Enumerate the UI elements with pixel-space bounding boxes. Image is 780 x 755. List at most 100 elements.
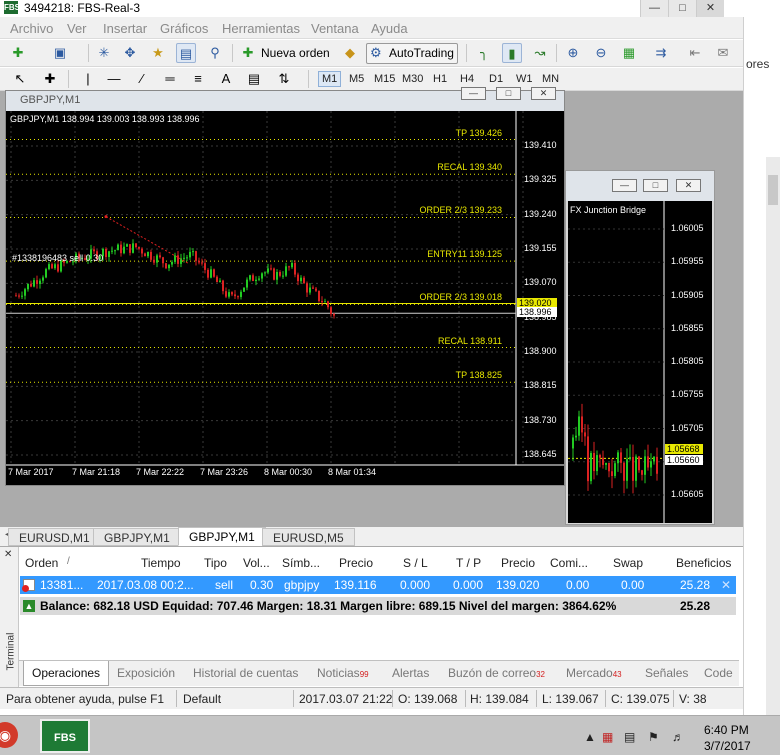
trendline-icon[interactable]: ∕	[132, 69, 152, 89]
menu-ver[interactable]: Ver	[67, 21, 87, 36]
col-beneficios[interactable]: Beneficios	[676, 556, 731, 570]
window-close-button[interactable]: ✕	[676, 179, 701, 192]
new-order-button[interactable]: Nueva orden	[261, 46, 330, 60]
auto-scroll-icon[interactable]: ⇉	[651, 43, 671, 63]
tab-buzon[interactable]: Buzón de correo32	[448, 666, 545, 680]
col-tiempo[interactable]: Tiempo	[141, 556, 181, 570]
tab-eurusd-m1[interactable]: EURUSD,M1	[8, 528, 101, 546]
col-tp[interactable]: T / P	[456, 556, 481, 570]
chart-canvas-eurusd[interactable]: FX Junction Bridge 1.06005 1.05955 1.05905…	[568, 201, 712, 523]
tab-code[interactable]: Code	[704, 666, 733, 680]
tab-alertas[interactable]: Alertas	[392, 666, 429, 680]
terminal-close-icon[interactable]: ✕	[4, 549, 12, 560]
terminal-icon[interactable]: ▤	[176, 43, 196, 63]
timeframe-d1[interactable]: D1	[489, 73, 503, 85]
col-swap[interactable]: Swap	[613, 556, 643, 570]
text-label-icon[interactable]: ▤	[244, 69, 264, 89]
chart-window-titlebar[interactable]: — □ ✕	[566, 171, 714, 201]
timeframe-w1[interactable]: W1	[516, 73, 533, 85]
tab-historial[interactable]: Historial de cuentas	[193, 666, 298, 680]
tab-senales[interactable]: Señales	[645, 666, 688, 680]
col-tipo[interactable]: Tipo	[204, 556, 227, 570]
window-restore-button[interactable]: □	[643, 179, 668, 192]
flag-icon[interactable]: ⚑	[648, 730, 659, 744]
menu-ayuda[interactable]: Ayuda	[371, 21, 408, 36]
timeframe-h1[interactable]: H1	[433, 73, 447, 85]
col-volumen[interactable]: Vol...	[243, 556, 270, 570]
window-restore-button[interactable]: □	[496, 87, 521, 100]
col-precio-actual[interactable]: Precio	[501, 556, 535, 570]
zoom-out-icon[interactable]: ⊖	[591, 43, 611, 63]
candlestick-chart-icon[interactable]: ▮	[502, 43, 522, 63]
chart-window-titlebar[interactable]: GBPJPY,M1 — □ ✕	[6, 87, 564, 111]
window-minimize-button[interactable]: —	[612, 179, 637, 192]
volume-icon[interactable]: ♬	[672, 730, 684, 744]
favorites-icon[interactable]: ★	[148, 43, 168, 63]
cursor-icon[interactable]: ↖	[10, 69, 30, 89]
tab-noticias[interactable]: Noticias99	[317, 666, 369, 680]
background-scroll-thumb[interactable]	[768, 175, 778, 205]
timeframe-m1[interactable]: M1	[318, 71, 342, 87]
window-minimize-button[interactable]: —	[461, 87, 486, 100]
chart-canvas-gbpjpy[interactable]: GBPJPY,M1 138.994 139.003 138.993 138.99…	[6, 111, 564, 485]
close-button[interactable]: ✕	[696, 0, 724, 17]
menu-graficos[interactable]: Gráficos	[160, 21, 208, 36]
col-simbolo[interactable]: Símb...	[282, 556, 320, 570]
timeframe-h4[interactable]: H4	[460, 73, 474, 85]
start-button[interactable]: ◉	[0, 722, 18, 748]
table-row[interactable]: 13381... 2017.03.08 00:2... sell 0.30 gb…	[20, 576, 736, 594]
tab-mercado[interactable]: Mercado43	[566, 666, 622, 680]
minimize-button[interactable]: —	[640, 0, 668, 17]
col-precio[interactable]: Precio	[339, 556, 373, 570]
tab-exposicion[interactable]: Exposición	[117, 666, 175, 680]
zoom-in-icon[interactable]: ⊕	[563, 43, 583, 63]
arrows-icon[interactable]: ⇅	[274, 69, 294, 89]
timeframe-m15[interactable]: M15	[374, 73, 395, 85]
autotrading-button[interactable]: ⚙ AutoTrading	[366, 43, 458, 64]
fbs-taskbar-button[interactable]: FBS	[40, 719, 90, 753]
vertical-line-icon[interactable]: |	[78, 69, 98, 89]
col-comision[interactable]: Comi...	[550, 556, 588, 570]
strategy-tester-icon[interactable]: ⚲	[205, 43, 225, 63]
window-close-button[interactable]: ✕	[531, 87, 556, 100]
timeframe-m30[interactable]: M30	[402, 73, 423, 85]
fibonacci-icon[interactable]: ≡	[188, 69, 208, 89]
tab-gbpjpy-m1-active[interactable]: GBPJPY,M1	[178, 527, 266, 546]
tile-windows-icon[interactable]: ▦	[619, 43, 639, 63]
tab-gbpjpy-m1[interactable]: GBPJPY,M1	[93, 528, 181, 546]
close-order-icon[interactable]: ✕	[721, 578, 731, 592]
timeframe-m5[interactable]: M5	[349, 73, 364, 85]
horizontal-line-icon[interactable]: —	[104, 69, 124, 89]
tray-arrow-icon[interactable]: ▲	[584, 730, 596, 744]
menu-ventana[interactable]: Ventana	[311, 21, 359, 36]
tab-eurusd-m5[interactable]: EURUSD,M5	[262, 528, 355, 546]
line-chart-icon[interactable]: ↝	[530, 43, 550, 63]
bar-chart-icon[interactable]: ╮	[474, 43, 494, 63]
menu-insertar[interactable]: Insertar	[103, 21, 147, 36]
candle-body	[36, 280, 38, 284]
navigator-icon[interactable]: ✥	[120, 43, 140, 63]
chart-shift-icon[interactable]: ⇤	[685, 43, 705, 63]
menu-herramientas[interactable]: Herramientas	[222, 21, 300, 36]
col-sl[interactable]: S / L	[403, 556, 428, 570]
meta-editor-icon[interactable]: ◆	[340, 43, 360, 63]
background-scrollbar[interactable]	[766, 157, 780, 717]
market-watch-icon[interactable]: ✳	[94, 43, 114, 63]
profiles-icon[interactable]: ▣	[50, 43, 70, 63]
network-icon[interactable]: ▦	[602, 730, 613, 744]
menu-archivo[interactable]: Archivo	[10, 21, 53, 36]
channel-icon[interactable]: ═	[160, 69, 180, 89]
tab-operaciones[interactable]: Operaciones	[23, 661, 110, 686]
chart-window-eurusd[interactable]: — □ ✕ FX Junction Bridge 1.06005 1.05955 1…	[565, 170, 715, 525]
timeframe-mn[interactable]: MN	[542, 73, 559, 85]
chart-window-gbpjpy[interactable]: GBPJPY,M1 — □ ✕ GBPJPY,M1 138.994 139.00…	[5, 87, 565, 486]
devices-icon[interactable]: ▤	[624, 730, 635, 744]
text-icon[interactable]: A	[216, 69, 236, 89]
new-order-icon[interactable]: ✚	[238, 43, 258, 63]
chat-icon[interactable]: ✉	[713, 43, 733, 63]
candle-body	[228, 292, 230, 297]
new-chart-icon[interactable]: ✚	[8, 43, 28, 63]
maximize-button[interactable]: □	[668, 0, 696, 17]
crosshair-icon[interactable]: ✚	[40, 69, 60, 89]
col-orden[interactable]: Orden	[25, 556, 58, 570]
